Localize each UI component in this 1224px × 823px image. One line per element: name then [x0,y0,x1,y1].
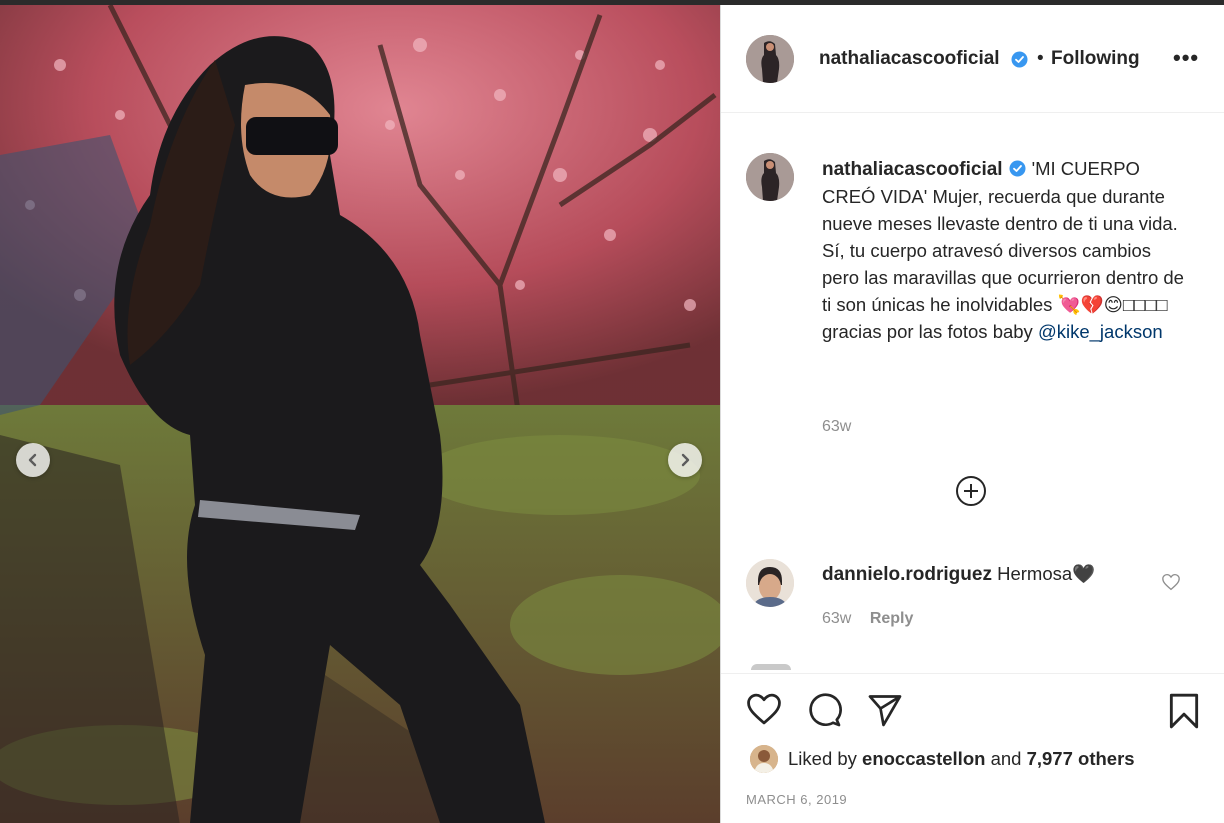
caption-age[interactable]: 63w [822,418,851,436]
commenter-username[interactable]: dannielo.rodriguez [822,564,992,585]
chevron-left-icon [28,453,37,467]
reply-button[interactable]: Reply [870,610,914,627]
caption-author-username[interactable]: nathaliacascooficial [822,159,1003,180]
next-photo-button[interactable] [668,443,702,477]
likes-summary: Liked by enoccastellon and 7,977 others [788,748,1135,770]
paper-plane-icon[interactable] [866,692,904,728]
verified-badge-icon [1009,160,1026,177]
comment-body: Hermosa🖤 [997,563,1096,584]
heart-icon[interactable] [745,692,783,726]
liker-username[interactable]: enoccastellon [862,748,985,769]
liker-avatar[interactable] [750,745,778,773]
speech-bubble-icon[interactable] [805,692,843,728]
comment-age[interactable]: 63w [822,610,851,627]
comment-item: dannielo.rodriguez Hermosa🖤 63w Reply [721,553,1224,653]
likes-and: and [990,748,1022,769]
chevron-right-icon [681,453,690,467]
comment-meta: 63w Reply [822,610,913,628]
more-options-button[interactable]: ••• [1173,45,1199,71]
commenter-avatar[interactable] [746,559,794,607]
comment-heart-icon[interactable] [1161,573,1181,591]
separator-dot: • [1037,48,1044,69]
author-username[interactable]: nathaliacascooficial [819,48,1000,70]
action-bar: Liked by enoccastellon and 7,977 others … [721,673,1224,823]
previous-photo-button[interactable] [16,443,50,477]
post-sidebar: nathaliacascooficial • Following ••• nat… [720,5,1224,823]
comment-text: dannielo.rodriguez Hermosa🖤 [822,563,1095,586]
likes-others-link[interactable]: 7,977 others [1027,748,1135,769]
post-date[interactable]: MARCH 6, 2019 [746,792,847,807]
caption-mention-link[interactable]: @kike_jackson [1038,321,1163,342]
verified-badge-icon [1011,51,1028,68]
caption-body: 'MI CUERPO CREÓ VIDA' Mujer, recuerda qu… [822,158,1184,342]
author-avatar[interactable] [746,35,794,83]
comments-section: nathaliacascooficial 'MI CUERPO CREÓ VIDA… [721,113,1224,673]
post-photo[interactable] [0,5,720,823]
likes-prefix: Liked by [788,748,857,769]
next-comment-peek [751,664,791,670]
load-more-comments-button[interactable] [956,476,986,506]
post-image [0,5,720,823]
caption: nathaliacascooficial 'MI CUERPO CREÓ VIDA… [822,155,1192,345]
caption-author-avatar[interactable] [746,153,794,201]
following-button[interactable]: Following [1051,48,1140,70]
bookmark-icon[interactable] [1167,692,1201,730]
post-header: nathaliacascooficial • Following ••• [721,5,1224,113]
